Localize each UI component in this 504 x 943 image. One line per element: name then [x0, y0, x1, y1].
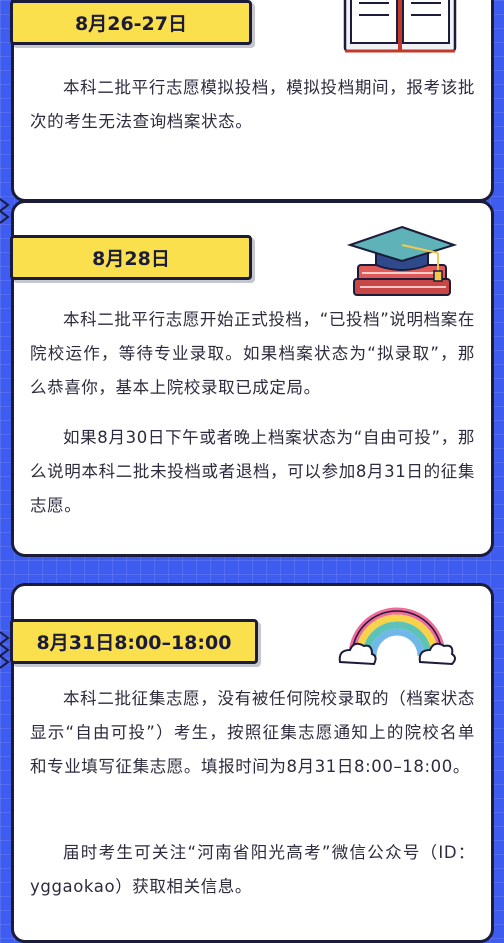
date-label: 8月26-27日 [75, 13, 187, 35]
section-paragraph: 如果8月30日下午或者晚上档案状态为“自由可投”，那么说明本科二批未投档或者退档… [30, 428, 475, 515]
timeline-card: 8月26-27日 本科二批平行志愿模拟投档，模拟投档期间，报考该批次的考生无法查… [10, 0, 494, 202]
section-paragraph: 本科二批征集志愿，没有被任何院校录取的（档案状态显示“自由可投”）考生，按照征集… [30, 689, 475, 776]
timeline-card: 8月28日 本科二批平行志愿开始正式投档，“已投档”说明档案在院校运作，等待专业… [10, 200, 494, 557]
date-tag: 8月31日8:00–18:00 [10, 619, 258, 664]
date-tag: 8月26-27日 [10, 0, 252, 45]
graduation-cap-icon [346, 225, 458, 296]
section-paragraph: 届时考生可关注“河南省阳光高考”微信公众号（ID：yggaokao）获取相关信息… [30, 843, 475, 896]
section-paragraph: 本科二批平行志愿模拟投档，模拟投档期间，报考该批次的考生无法查询档案状态。 [30, 78, 475, 131]
date-label: 8月28日 [92, 248, 170, 270]
date-tag: 8月28日 [10, 235, 252, 280]
open-book-icon [343, 0, 457, 53]
timeline-card: 8月31日8:00–18:00 本科二批征集志愿，没有被任何院校录取的（档案状态… [10, 583, 494, 943]
rainbow-icon [338, 607, 456, 666]
section-paragraph: 本科二批平行志愿开始正式投档，“已投档”说明档案在院校运作，等待专业录取。如果档… [30, 310, 475, 397]
date-label: 8月31日8:00–18:00 [36, 632, 232, 654]
